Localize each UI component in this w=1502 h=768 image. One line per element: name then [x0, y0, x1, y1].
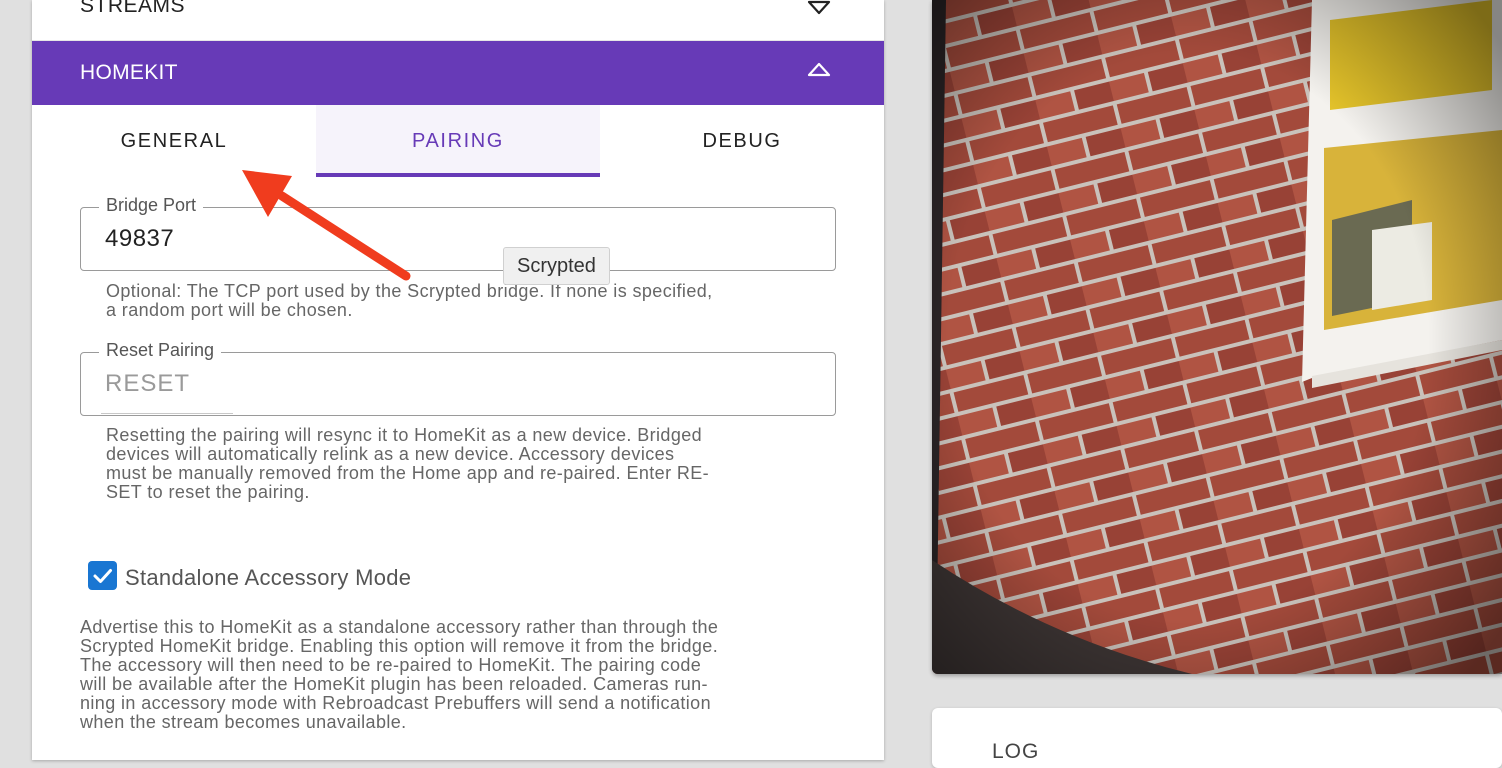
bridge-port-field: Bridge Port: [80, 195, 836, 271]
reset-pairing-field: Reset Pairing: [80, 340, 836, 416]
bridge-port-label: Bridge Port: [99, 195, 204, 216]
description-line: ning in accessory mode with Rebroadcast …: [80, 693, 711, 713]
homekit-section-header[interactable]: HOMEKIT: [32, 41, 884, 105]
homekit-section-title: HOMEKIT: [80, 61, 178, 84]
hint-line: devices will automatically relink as a n…: [106, 444, 675, 464]
hint-line: a random port will be chosen.: [106, 300, 353, 320]
reset-pairing-hint: Resetting the pairing will resync it to …: [106, 426, 826, 502]
hint-line: Optional: The TCP port used by the Scryp…: [106, 281, 713, 301]
tab-debug[interactable]: DEBUG: [600, 105, 884, 177]
settings-card: STREAMS HOMEKIT GENERAL PAIRING DEBUG Br…: [32, 0, 884, 760]
standalone-accessory-description: Advertise this to HomeKit as a standalon…: [80, 618, 840, 732]
homekit-tabs: GENERAL PAIRING DEBUG: [32, 105, 884, 177]
check-icon: [93, 569, 112, 583]
description-line: The accessory will then need to be re-pa…: [80, 655, 702, 675]
description-line: Scrypted HomeKit bridge. Enabling this o…: [80, 636, 719, 656]
description-line: Advertise this to HomeKit as a standalon…: [80, 617, 719, 637]
streams-section-header[interactable]: STREAMS: [32, 0, 884, 41]
hint-line: must be manually removed from the Home a…: [106, 463, 710, 483]
red-arrow-icon: [242, 170, 411, 281]
standalone-accessory-label[interactable]: Standalone Accessory Mode: [125, 565, 411, 591]
chevron-down-icon[interactable]: [806, 0, 832, 18]
bridge-port-input[interactable]: [105, 222, 805, 256]
input-underline: [101, 413, 233, 414]
hint-line: Resetting the pairing will resync it to …: [106, 425, 703, 445]
brick-wall-image: [932, 0, 1502, 674]
log-card: LOG: [932, 708, 1502, 768]
description-line: when the stream becomes unavailable.: [80, 712, 407, 732]
streams-section-title: STREAMS: [80, 0, 186, 17]
chevron-up-icon[interactable]: [806, 60, 832, 80]
reset-pairing-input[interactable]: [105, 367, 805, 401]
hint-line: SET to reset the pairing.: [106, 482, 310, 502]
camera-snapshot: [932, 0, 1502, 674]
description-line: will be available after the HomeKit plug…: [80, 674, 708, 694]
tooltip: Scrypted: [503, 247, 610, 285]
standalone-accessory-checkbox[interactable]: [88, 561, 117, 590]
bridge-port-hint: Optional: The TCP port used by the Scryp…: [106, 282, 826, 320]
log-title: LOG: [992, 740, 1040, 763]
reset-pairing-label: Reset Pairing: [99, 340, 222, 361]
